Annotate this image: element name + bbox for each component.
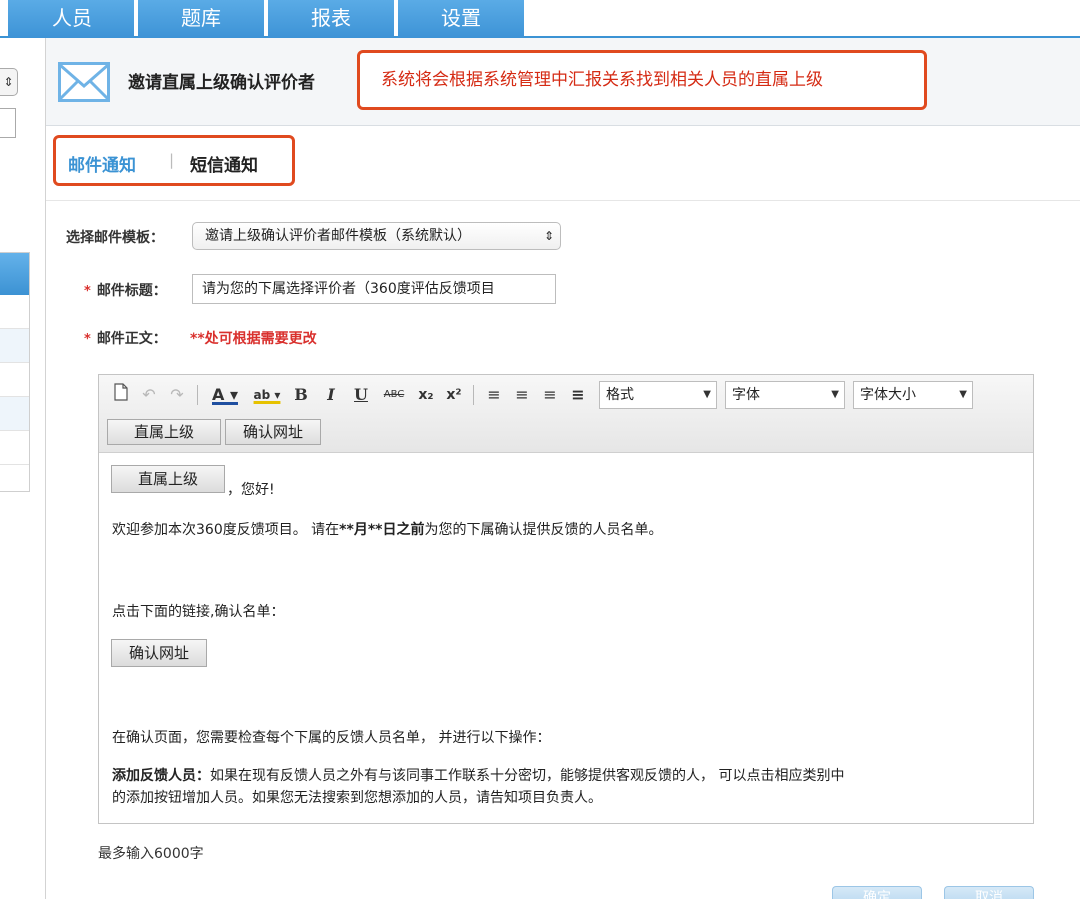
align-justify-icon[interactable]: ≡: [567, 383, 589, 407]
font-combo[interactable]: 字体 ▼: [725, 381, 845, 409]
new-document-icon[interactable]: [111, 383, 131, 407]
align-left-icon[interactable]: ≡: [483, 383, 505, 407]
add-reviewer-heading: 添加反馈人员：: [112, 768, 210, 784]
notification-tabs: 邮件通知 | 短信通知: [53, 135, 295, 186]
link-instruction: 点击下面的链接,确认名单：: [112, 604, 285, 620]
text-color-icon[interactable]: A ▾: [207, 383, 243, 407]
confirm-button[interactable]: 确定: [832, 886, 922, 899]
template-select-value: 邀请上级确认评价者邮件模板（系统默认）: [205, 228, 471, 244]
cancel-button[interactable]: 取消: [944, 886, 1034, 899]
superior-placeholder: 直属上级: [111, 465, 225, 493]
superscript-icon[interactable]: x²: [443, 383, 465, 407]
confirm-page-instruction: 在确认页面，您需要检查每个下属的反馈人员名单， 并进行以下操作：: [112, 730, 551, 746]
tab-question-bank[interactable]: 题库: [138, 0, 264, 38]
tab-reports[interactable]: 报表: [268, 0, 394, 38]
italic-icon[interactable]: I: [321, 383, 341, 407]
add-reviewer-instruction: 添加反馈人员：如果在现有反馈人员之外有与该同事工作联系十分密切，能够提供客观反馈…: [112, 765, 844, 785]
undo-icon[interactable]: ↶: [139, 383, 159, 407]
tab-people[interactable]: 人员: [8, 0, 134, 38]
bold-icon[interactable]: B: [291, 383, 311, 407]
sidebar-list-row[interactable]: [0, 363, 29, 397]
sidebar-list-row[interactable]: [0, 431, 29, 465]
rich-text-editor: ↶ ↷ A ▾ ab ▾ B I U ABC x₂ x² ≡ ≡ ≡ ≡ 格式 …: [98, 374, 1034, 824]
font-size-combo-label: 字体大小: [860, 387, 916, 403]
dialog-panel: 邀请直属上级确认评价者 系统将会根据系统管理中汇报关系找到相关人员的直属上级 邮…: [45, 38, 1080, 899]
template-select[interactable]: 邀请上级确认评价者邮件模板（系统默认） ⇕: [192, 222, 561, 250]
editor-toolbar: ↶ ↷ A ▾ ab ▾ B I U ABC x₂ x² ≡ ≡ ≡ ≡ 格式 …: [99, 375, 1033, 453]
intro-line: 欢迎参加本次360度反馈项目。 请在**月**日之前为您的下属确认提供反馈的人员…: [112, 519, 662, 539]
tab-sms-notification[interactable]: 短信通知: [190, 151, 258, 176]
intro-text-a: 欢迎参加本次360度反馈项目。 请在: [112, 522, 340, 538]
editor-content[interactable]: 直属上级 ，您好! 欢迎参加本次360度反馈项目。 请在**月**日之前为您的下…: [99, 453, 1033, 823]
intro-text-c: 为您的下属确认提供反馈的人员名单。: [424, 522, 663, 538]
dropdown-arrow-icon: ▼: [703, 389, 711, 400]
template-label: 选择邮件模板：: [66, 230, 164, 246]
align-right-icon[interactable]: ≡: [539, 383, 561, 407]
section-divider: [46, 200, 1080, 201]
top-nav: 人员 题库 报表 设置: [0, 0, 1080, 38]
confirm-url-placeholder: 确认网址: [111, 639, 207, 667]
sidebar-list-row[interactable]: [0, 397, 29, 431]
tab-settings[interactable]: 设置: [398, 0, 524, 38]
body-label-text: 邮件正文：: [96, 331, 167, 347]
dialog-content: 邮件通知 | 短信通知 选择邮件模板： 邀请上级确认评价者邮件模板（系统默认） …: [46, 126, 1080, 899]
underline-icon[interactable]: U: [351, 383, 371, 407]
dialog-title: 邀请直属上级确认评价者: [128, 73, 315, 93]
body-note: **处可根据需要更改: [190, 331, 317, 347]
tab-email-notification[interactable]: 邮件通知: [68, 151, 136, 176]
char-limit-note: 最多输入6000字: [98, 846, 204, 862]
insert-confirm-url-button[interactable]: 确认网址: [225, 419, 321, 445]
add-reviewer-instruction-cont: 的添加按钮增加人员。如果您无法搜索到您想添加的人员，请告知项目负责人。: [112, 790, 602, 806]
sidebar-list-header: [0, 253, 29, 295]
add-reviewer-text: 如果在现有反馈人员之外有与该同事工作联系十分密切，能够提供客观反馈的人， 可以点…: [210, 768, 845, 784]
dropdown-arrow-icon: ▼: [959, 389, 967, 400]
subject-input[interactable]: 请为您的下属选择评价者（360度评估反馈项目: [192, 274, 556, 304]
callout-note: 系统将会根据系统管理中汇报关系找到相关人员的直属上级: [357, 50, 927, 110]
toolbar-divider: [197, 385, 198, 405]
align-center-icon[interactable]: ≡: [511, 383, 533, 407]
dropdown-arrow-icon: ▼: [831, 389, 839, 400]
subscript-icon[interactable]: x₂: [415, 383, 437, 407]
intro-deadline: **月**日之前: [339, 522, 425, 538]
sidebar-select[interactable]: ⇕: [0, 68, 18, 96]
insert-superior-button[interactable]: 直属上级: [107, 419, 221, 445]
subject-label: * 邮件标题：: [84, 280, 167, 300]
envelope-icon: [58, 62, 110, 106]
format-combo[interactable]: 格式 ▼: [599, 381, 717, 409]
required-mark: *: [84, 284, 91, 299]
body-label: * 邮件正文：: [84, 328, 167, 348]
sidebar-list-panel: [0, 252, 30, 492]
strikethrough-icon[interactable]: ABC: [379, 383, 409, 407]
font-combo-label: 字体: [732, 387, 760, 403]
highlight-color-icon[interactable]: ab ▾: [249, 383, 285, 407]
font-size-combo[interactable]: 字体大小 ▼: [853, 381, 973, 409]
sidebar-list-row[interactable]: [0, 295, 29, 329]
dialog-header: 邀请直属上级确认评价者 系统将会根据系统管理中汇报关系找到相关人员的直属上级: [46, 38, 1080, 126]
required-mark: *: [84, 332, 91, 347]
select-arrows-icon: ⇕: [543, 229, 554, 243]
redo-icon[interactable]: ↷: [167, 383, 187, 407]
sidebar-input[interactable]: [0, 108, 16, 138]
toolbar-divider: [473, 385, 474, 405]
greeting-text: ，您好!: [227, 482, 275, 498]
subject-label-text: 邮件标题：: [96, 283, 167, 299]
tab-separator: |: [169, 151, 175, 169]
sidebar-list-row[interactable]: [0, 329, 29, 363]
format-combo-label: 格式: [606, 387, 634, 403]
